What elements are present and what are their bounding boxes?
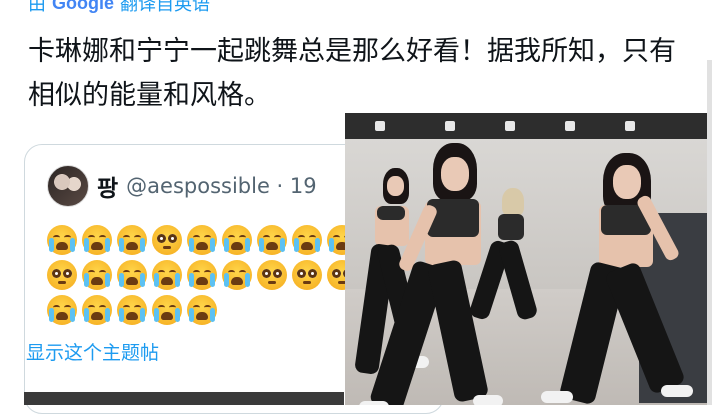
loudly-crying-face-icon (82, 260, 112, 290)
quoted-tweet-header: 팡 @aespossible · 19 (47, 165, 317, 207)
dancer-front-right (535, 153, 705, 405)
pleading-face-icon (257, 260, 287, 290)
next-tweet-media-edge (24, 392, 344, 405)
scroll-edge (707, 60, 712, 405)
loudly-crying-face-icon (47, 295, 77, 325)
pleading-face-icon (47, 260, 77, 290)
loudly-crying-face-icon (82, 225, 112, 255)
loudly-crying-face-icon (152, 260, 182, 290)
loudly-crying-face-icon (152, 295, 182, 325)
loudly-crying-face-icon (117, 295, 147, 325)
loudly-crying-face-icon (292, 225, 322, 255)
ceiling-light (375, 121, 385, 131)
dance-video-thumbnail[interactable] (345, 113, 707, 405)
emoji-row (47, 295, 357, 325)
show-thread-link[interactable]: 显示这个主题帖 (26, 338, 159, 365)
emoji-content (47, 225, 357, 330)
loudly-crying-face-icon (187, 225, 217, 255)
loudly-crying-face-icon (187, 260, 217, 290)
translate-label: 翻译自英语 (120, 0, 210, 15)
emoji-row (47, 225, 357, 255)
emoji-row (47, 260, 357, 290)
loudly-crying-face-icon (117, 260, 147, 290)
avatar[interactable] (47, 165, 89, 207)
loudly-crying-face-icon (187, 295, 217, 325)
display-name[interactable]: 팡 (97, 169, 118, 203)
loudly-crying-face-icon (82, 295, 112, 325)
loudly-crying-face-icon (117, 225, 147, 255)
ceiling-light (445, 121, 455, 131)
pleading-face-icon (292, 260, 322, 290)
studio-ceiling (345, 113, 707, 139)
ceiling-light (565, 121, 575, 131)
dancer-front-center (355, 143, 505, 405)
handle-and-time[interactable]: @aespossible · 19 (126, 174, 316, 198)
loudly-crying-face-icon (222, 225, 252, 255)
translate-prefix: 由 (28, 0, 46, 15)
ceiling-light (625, 121, 635, 131)
pleading-face-icon (152, 225, 182, 255)
translate-attribution[interactable]: 由 Google 翻译自英语 (28, 0, 210, 15)
loudly-crying-face-icon (257, 225, 287, 255)
ceiling-light (505, 121, 515, 131)
tweet-text: 卡琳娜和宁宁一起跳舞总是那么好看！据我所知，只有相似的能量和风格。 (28, 36, 676, 111)
google-logo: Google (52, 0, 114, 13)
loudly-crying-face-icon (47, 225, 77, 255)
loudly-crying-face-icon (222, 260, 252, 290)
